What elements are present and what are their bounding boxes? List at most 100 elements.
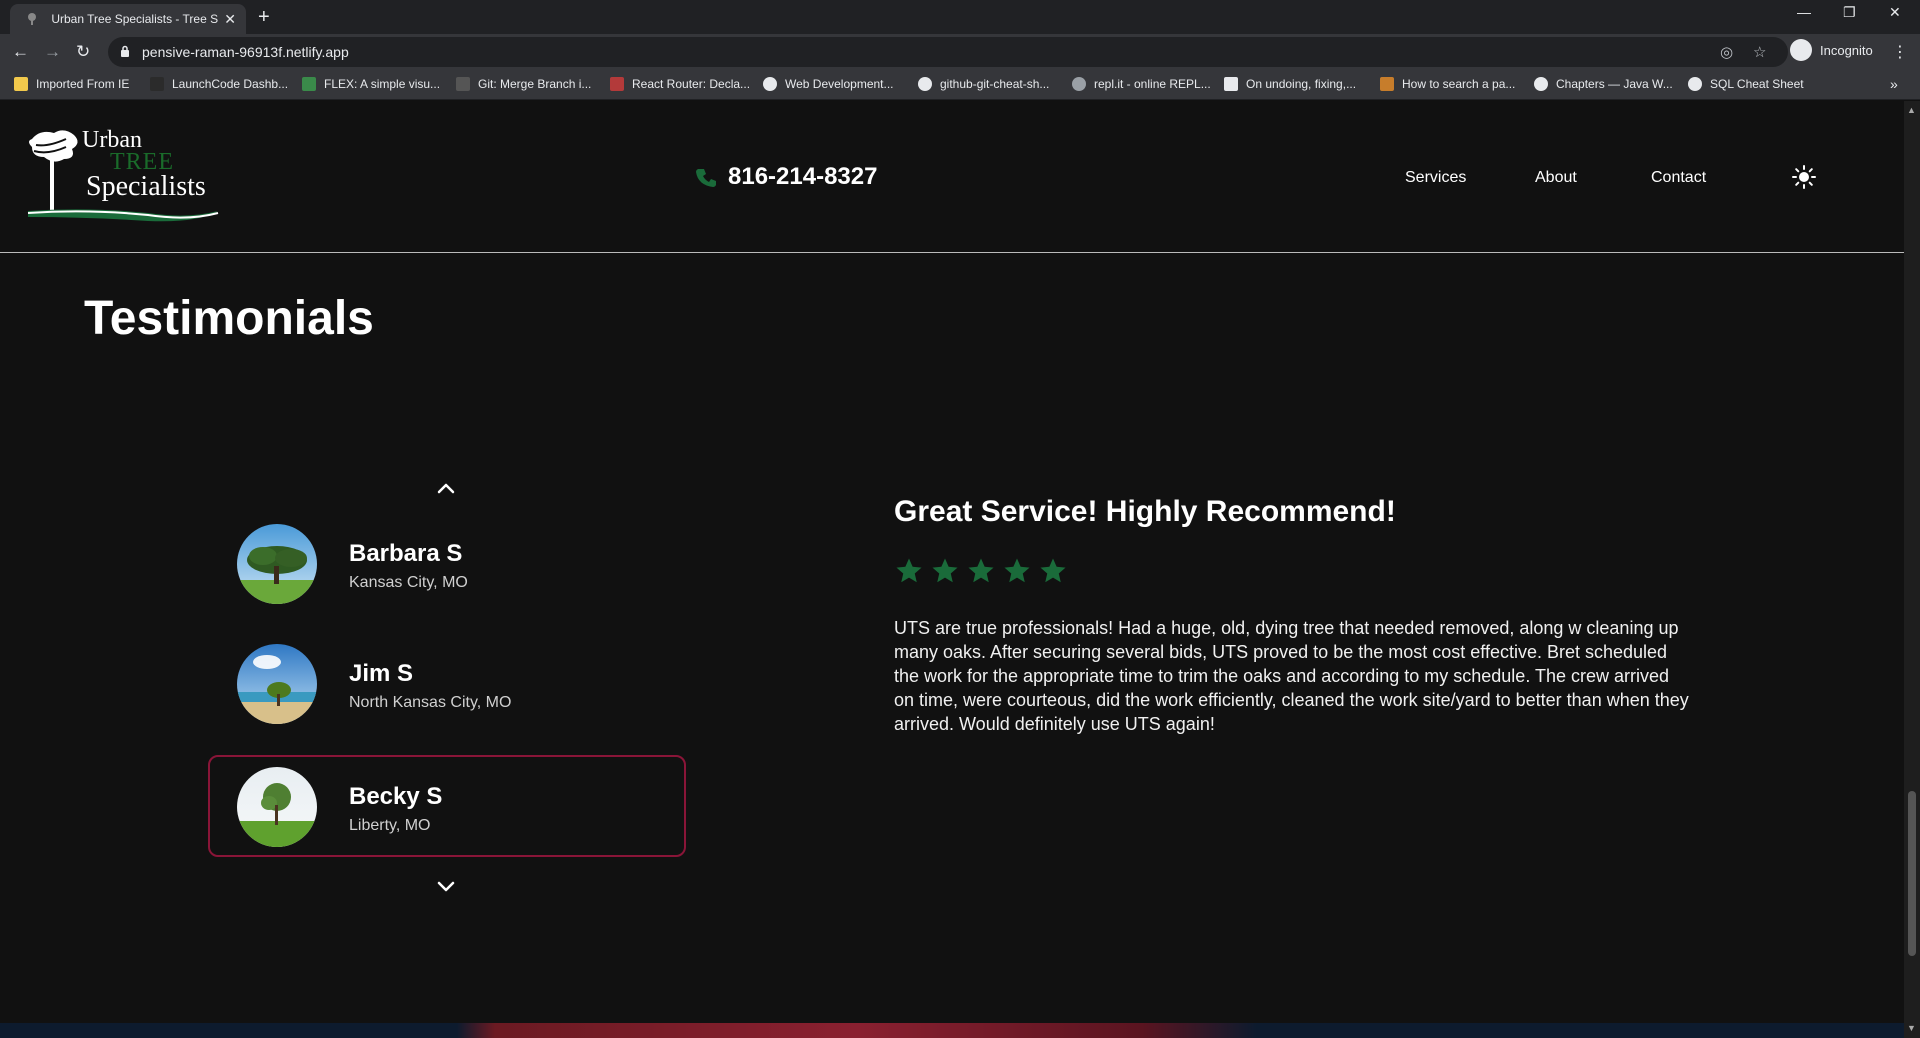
bookmark-item[interactable]: LaunchCode Dashb...: [150, 77, 288, 91]
tree-photo-icon: [237, 767, 317, 847]
avatar: [237, 767, 317, 847]
star-icon: [1004, 558, 1030, 583]
forward-icon[interactable]: →: [44, 42, 61, 62]
lock-icon: [121, 45, 129, 57]
atlassian-icon: [1224, 77, 1238, 91]
bookmark-label: Chapters — Java W...: [1556, 77, 1673, 91]
star-icon: [968, 558, 994, 583]
bookmark-star-icon[interactable]: ☆: [1753, 43, 1766, 61]
phone-number: 816-214-8327: [728, 163, 878, 190]
address-bar[interactable]: pensive-raman-96913f.netlify.app ◎ ☆: [108, 37, 1788, 67]
phone-link[interactable]: 816-214-8327: [696, 163, 877, 191]
bookmark-label: LaunchCode Dashb...: [172, 77, 289, 91]
nav-contact[interactable]: Contact: [1651, 169, 1706, 187]
bookmark-item[interactable]: repl.it - online REPL...: [1072, 77, 1211, 91]
page: Urban TREE Specialists 816-214-8327 Serv…: [0, 101, 1904, 1038]
scroll-thumb[interactable]: [1908, 791, 1916, 956]
bookmark-label: Web Development...: [785, 77, 894, 91]
bookmark-label: github-git-cheat-sh...: [940, 77, 1050, 91]
replit-icon: [1072, 77, 1086, 91]
folder-icon: [14, 77, 28, 91]
bookmark-label: Imported From IE: [36, 77, 130, 91]
testimonial-item-becky[interactable]: Becky S Liberty, MO: [208, 755, 686, 857]
nav-services[interactable]: Services: [1405, 169, 1466, 187]
incognito-indicator[interactable]: Incognito: [1790, 39, 1873, 61]
web-dev-icon: [763, 77, 777, 91]
tab-title: Urban Tree Specialists - Tree Serv: [51, 12, 219, 26]
back-icon[interactable]: ←: [12, 42, 29, 62]
tree-favicon-icon: [24, 11, 39, 27]
testimonial-location: Liberty, MO: [349, 817, 431, 834]
browser-tab-strip: Urban Tree Specialists - Tree Serv ✕ + —…: [0, 0, 1920, 34]
tree-photo-icon: [237, 644, 317, 724]
testimonial-name: Barbara S: [349, 540, 463, 567]
nav-about[interactable]: About: [1535, 169, 1577, 187]
tree-photo-icon: [237, 524, 317, 604]
bookmark-label: How to search a pa...: [1402, 77, 1516, 91]
globe-icon: [1688, 77, 1702, 91]
scroll-down-arrow-icon[interactable]: ▼: [1907, 1023, 1916, 1033]
testimonial-item-jim[interactable]: Jim S North Kansas City, MO: [208, 632, 686, 734]
bookmark-label: Git: Merge Branch i...: [478, 77, 592, 91]
bookmark-item[interactable]: Git: Merge Branch i...: [456, 77, 591, 91]
bookmark-item[interactable]: Web Development...: [763, 77, 894, 91]
incognito-icon: [1790, 39, 1812, 61]
globe-icon: [1534, 77, 1548, 91]
star-icon: [1040, 558, 1066, 583]
testimonial-item-barbara[interactable]: Barbara S Kansas City, MO: [208, 512, 686, 614]
footer-image-strip: [0, 1023, 1904, 1038]
review-body: UTS are true professionals! Had a huge, …: [894, 618, 1689, 734]
bookmark-label: React Router: Decla...: [632, 77, 751, 91]
phone-icon: [696, 169, 716, 187]
eye-off-icon[interactable]: ◎: [1720, 43, 1733, 61]
new-tab-icon[interactable]: +: [258, 6, 270, 29]
star-rating: [894, 556, 1068, 586]
bookmarks-bar: Imported From IE LaunchCode Dashb... FLE…: [0, 70, 1920, 100]
tab-close-icon[interactable]: ✕: [224, 11, 236, 28]
bookmark-item[interactable]: Chapters — Java W...: [1534, 77, 1673, 91]
bookmark-item[interactable]: React Router: Decla...: [610, 77, 750, 91]
testimonials-title: Testimonials: [84, 292, 374, 345]
react-router-icon: [610, 77, 624, 91]
bookmark-label: repl.it - online REPL...: [1094, 77, 1211, 91]
bookmark-item[interactable]: github-git-cheat-sh...: [918, 77, 1049, 91]
avatar: [237, 524, 317, 604]
bookmark-item[interactable]: How to search a pa...: [1380, 77, 1515, 91]
testimonial-name: Becky S: [349, 783, 443, 810]
close-window-icon[interactable]: ✕: [1889, 4, 1901, 21]
star-icon: [896, 558, 922, 583]
bookmark-item[interactable]: Imported From IE: [14, 77, 129, 91]
reload-icon[interactable]: ↻: [76, 42, 90, 62]
menu-kebab-icon[interactable]: ⋮: [1892, 42, 1908, 62]
globe-icon: [918, 77, 932, 91]
page-scrollbar[interactable]: ▲ ▼: [1904, 101, 1920, 1038]
url-text: pensive-raman-96913f.netlify.app: [142, 44, 349, 60]
testimonial-name: Jim S: [349, 660, 414, 687]
git-icon: [456, 77, 470, 91]
bookmark-label: SQL Cheat Sheet: [1710, 77, 1804, 91]
minimize-icon[interactable]: —: [1797, 4, 1811, 20]
chevron-up-icon[interactable]: [436, 481, 456, 495]
launchcode-icon: [150, 77, 164, 91]
scroll-up-arrow-icon[interactable]: ▲: [1907, 105, 1916, 115]
logo[interactable]: Urban TREE Specialists: [26, 127, 226, 225]
testimonial-location: North Kansas City, MO: [349, 694, 512, 711]
bookmark-label: FLEX: A simple visu...: [324, 77, 441, 91]
site-header: Urban TREE Specialists 816-214-8327 Serv…: [0, 101, 1904, 253]
testimonial-location: Kansas City, MO: [349, 574, 468, 591]
incognito-label: Incognito: [1820, 42, 1873, 58]
more-bookmarks-icon[interactable]: »: [1890, 76, 1898, 92]
browser-toolbar: ← → ↻ pensive-raman-96913f.netlify.app ◎…: [0, 34, 1920, 70]
bookmark-item[interactable]: FLEX: A simple visu...: [302, 77, 440, 91]
bookmark-label: On undoing, fixing,...: [1246, 77, 1357, 91]
browser-tab[interactable]: Urban Tree Specialists - Tree Serv ✕: [10, 4, 246, 34]
sun-theme-toggle-icon[interactable]: [1792, 165, 1816, 189]
bookmark-item[interactable]: SQL Cheat Sheet: [1688, 77, 1804, 91]
flex-icon: [302, 77, 316, 91]
avatar: [237, 644, 317, 724]
star-icon: [932, 558, 958, 583]
restore-icon[interactable]: ❐: [1843, 4, 1856, 21]
logo-text-specialists: Specialists: [86, 171, 206, 202]
bookmark-item[interactable]: On undoing, fixing,...: [1224, 77, 1356, 91]
chevron-down-icon[interactable]: [436, 880, 456, 894]
